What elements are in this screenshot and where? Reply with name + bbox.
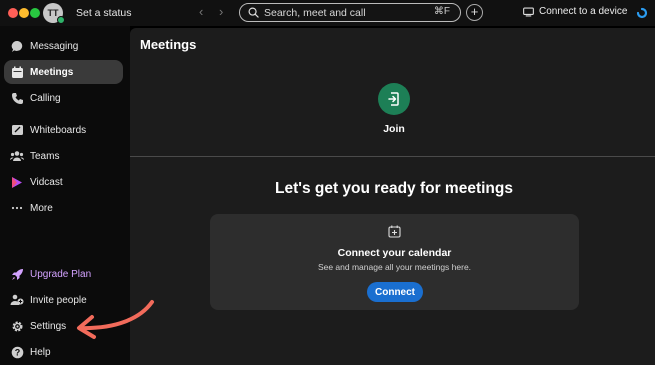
sidebar-item-label: Teams bbox=[30, 150, 60, 162]
sidebar-item-upgrade-plan[interactable]: Upgrade Plan bbox=[4, 262, 123, 286]
sidebar-item-label: More bbox=[30, 202, 53, 214]
section-divider bbox=[130, 156, 655, 157]
sidebar-item-more[interactable]: More bbox=[4, 196, 123, 220]
vidcast-icon bbox=[10, 175, 24, 189]
help-icon: ? bbox=[10, 345, 24, 359]
sidebar-item-label: Vidcast bbox=[30, 176, 63, 188]
card-title: Connect your calendar bbox=[337, 247, 452, 259]
back-arrow-icon[interactable]: ‹ bbox=[199, 5, 203, 19]
sidebar-item-label: Messaging bbox=[30, 40, 79, 52]
calendar-add-icon bbox=[388, 225, 401, 238]
webex-swirl-icon[interactable] bbox=[636, 7, 648, 19]
sidebar-item-label: Settings bbox=[30, 320, 67, 332]
sidebar-item-label: Calling bbox=[30, 92, 61, 104]
people-icon bbox=[10, 149, 24, 163]
sidebar-item-label: Help bbox=[30, 346, 51, 358]
whiteboard-icon bbox=[10, 123, 24, 137]
rocket-icon bbox=[10, 267, 24, 281]
connect-calendar-button[interactable]: Connect bbox=[367, 282, 423, 302]
meetings-heading: Let's get you ready for meetings bbox=[275, 180, 513, 197]
add-person-icon bbox=[10, 293, 24, 307]
chat-bubble-icon bbox=[10, 39, 24, 53]
minimize-window-button[interactable] bbox=[19, 8, 29, 18]
sidebar-item-whiteboards[interactable]: Whiteboards bbox=[4, 118, 123, 142]
ellipsis-icon bbox=[10, 201, 24, 215]
forward-arrow-icon[interactable]: › bbox=[219, 5, 223, 19]
title-bar: TT Set a status ‹ › ⌘F + Connect to a de… bbox=[0, 0, 655, 26]
avatar-initials: TT bbox=[47, 8, 59, 18]
meetings-panel: Meetings Join Let's get you ready for me… bbox=[130, 28, 655, 365]
device-icon bbox=[523, 7, 534, 16]
sidebar-item-label: Meetings bbox=[30, 66, 74, 78]
svg-text:?: ? bbox=[14, 347, 20, 357]
search-icon bbox=[248, 7, 259, 18]
set-status-link[interactable]: Set a status bbox=[76, 7, 131, 19]
maximize-window-button[interactable] bbox=[30, 8, 40, 18]
connect-device-label: Connect to a device bbox=[539, 6, 628, 17]
avatar[interactable]: TT bbox=[43, 3, 65, 24]
search-bar[interactable]: ⌘F bbox=[239, 3, 461, 22]
sidebar-item-messaging[interactable]: Messaging bbox=[4, 34, 123, 58]
sidebar-item-meetings[interactable]: Meetings bbox=[4, 60, 123, 84]
sidebar-item-label: Whiteboards bbox=[30, 124, 87, 136]
sidebar-item-teams[interactable]: Teams bbox=[4, 144, 123, 168]
phone-icon bbox=[10, 91, 24, 105]
annotation-arrow-icon bbox=[77, 300, 154, 339]
page-title: Meetings bbox=[140, 37, 197, 52]
join-door-icon bbox=[388, 92, 399, 106]
calendar-icon bbox=[10, 65, 24, 79]
presence-status-dot bbox=[57, 16, 65, 24]
sidebar-item-label: Upgrade Plan bbox=[30, 268, 92, 280]
gear-icon bbox=[10, 319, 24, 333]
connect-device-button[interactable]: Connect to a device bbox=[523, 6, 627, 17]
sidebar-item-calling[interactable]: Calling bbox=[4, 86, 123, 110]
close-window-button[interactable] bbox=[8, 8, 18, 18]
join-label: Join bbox=[383, 123, 405, 135]
card-subtitle: See and manage all your meetings here. bbox=[317, 262, 472, 272]
search-input[interactable] bbox=[264, 6, 429, 19]
connect-calendar-card: Connect your calendar See and manage all… bbox=[210, 214, 579, 310]
sidebar-item-vidcast[interactable]: Vidcast bbox=[4, 170, 123, 194]
join-button[interactable] bbox=[378, 83, 410, 115]
search-shortcut: ⌘F bbox=[433, 6, 450, 17]
new-action-button[interactable]: + bbox=[466, 4, 483, 21]
